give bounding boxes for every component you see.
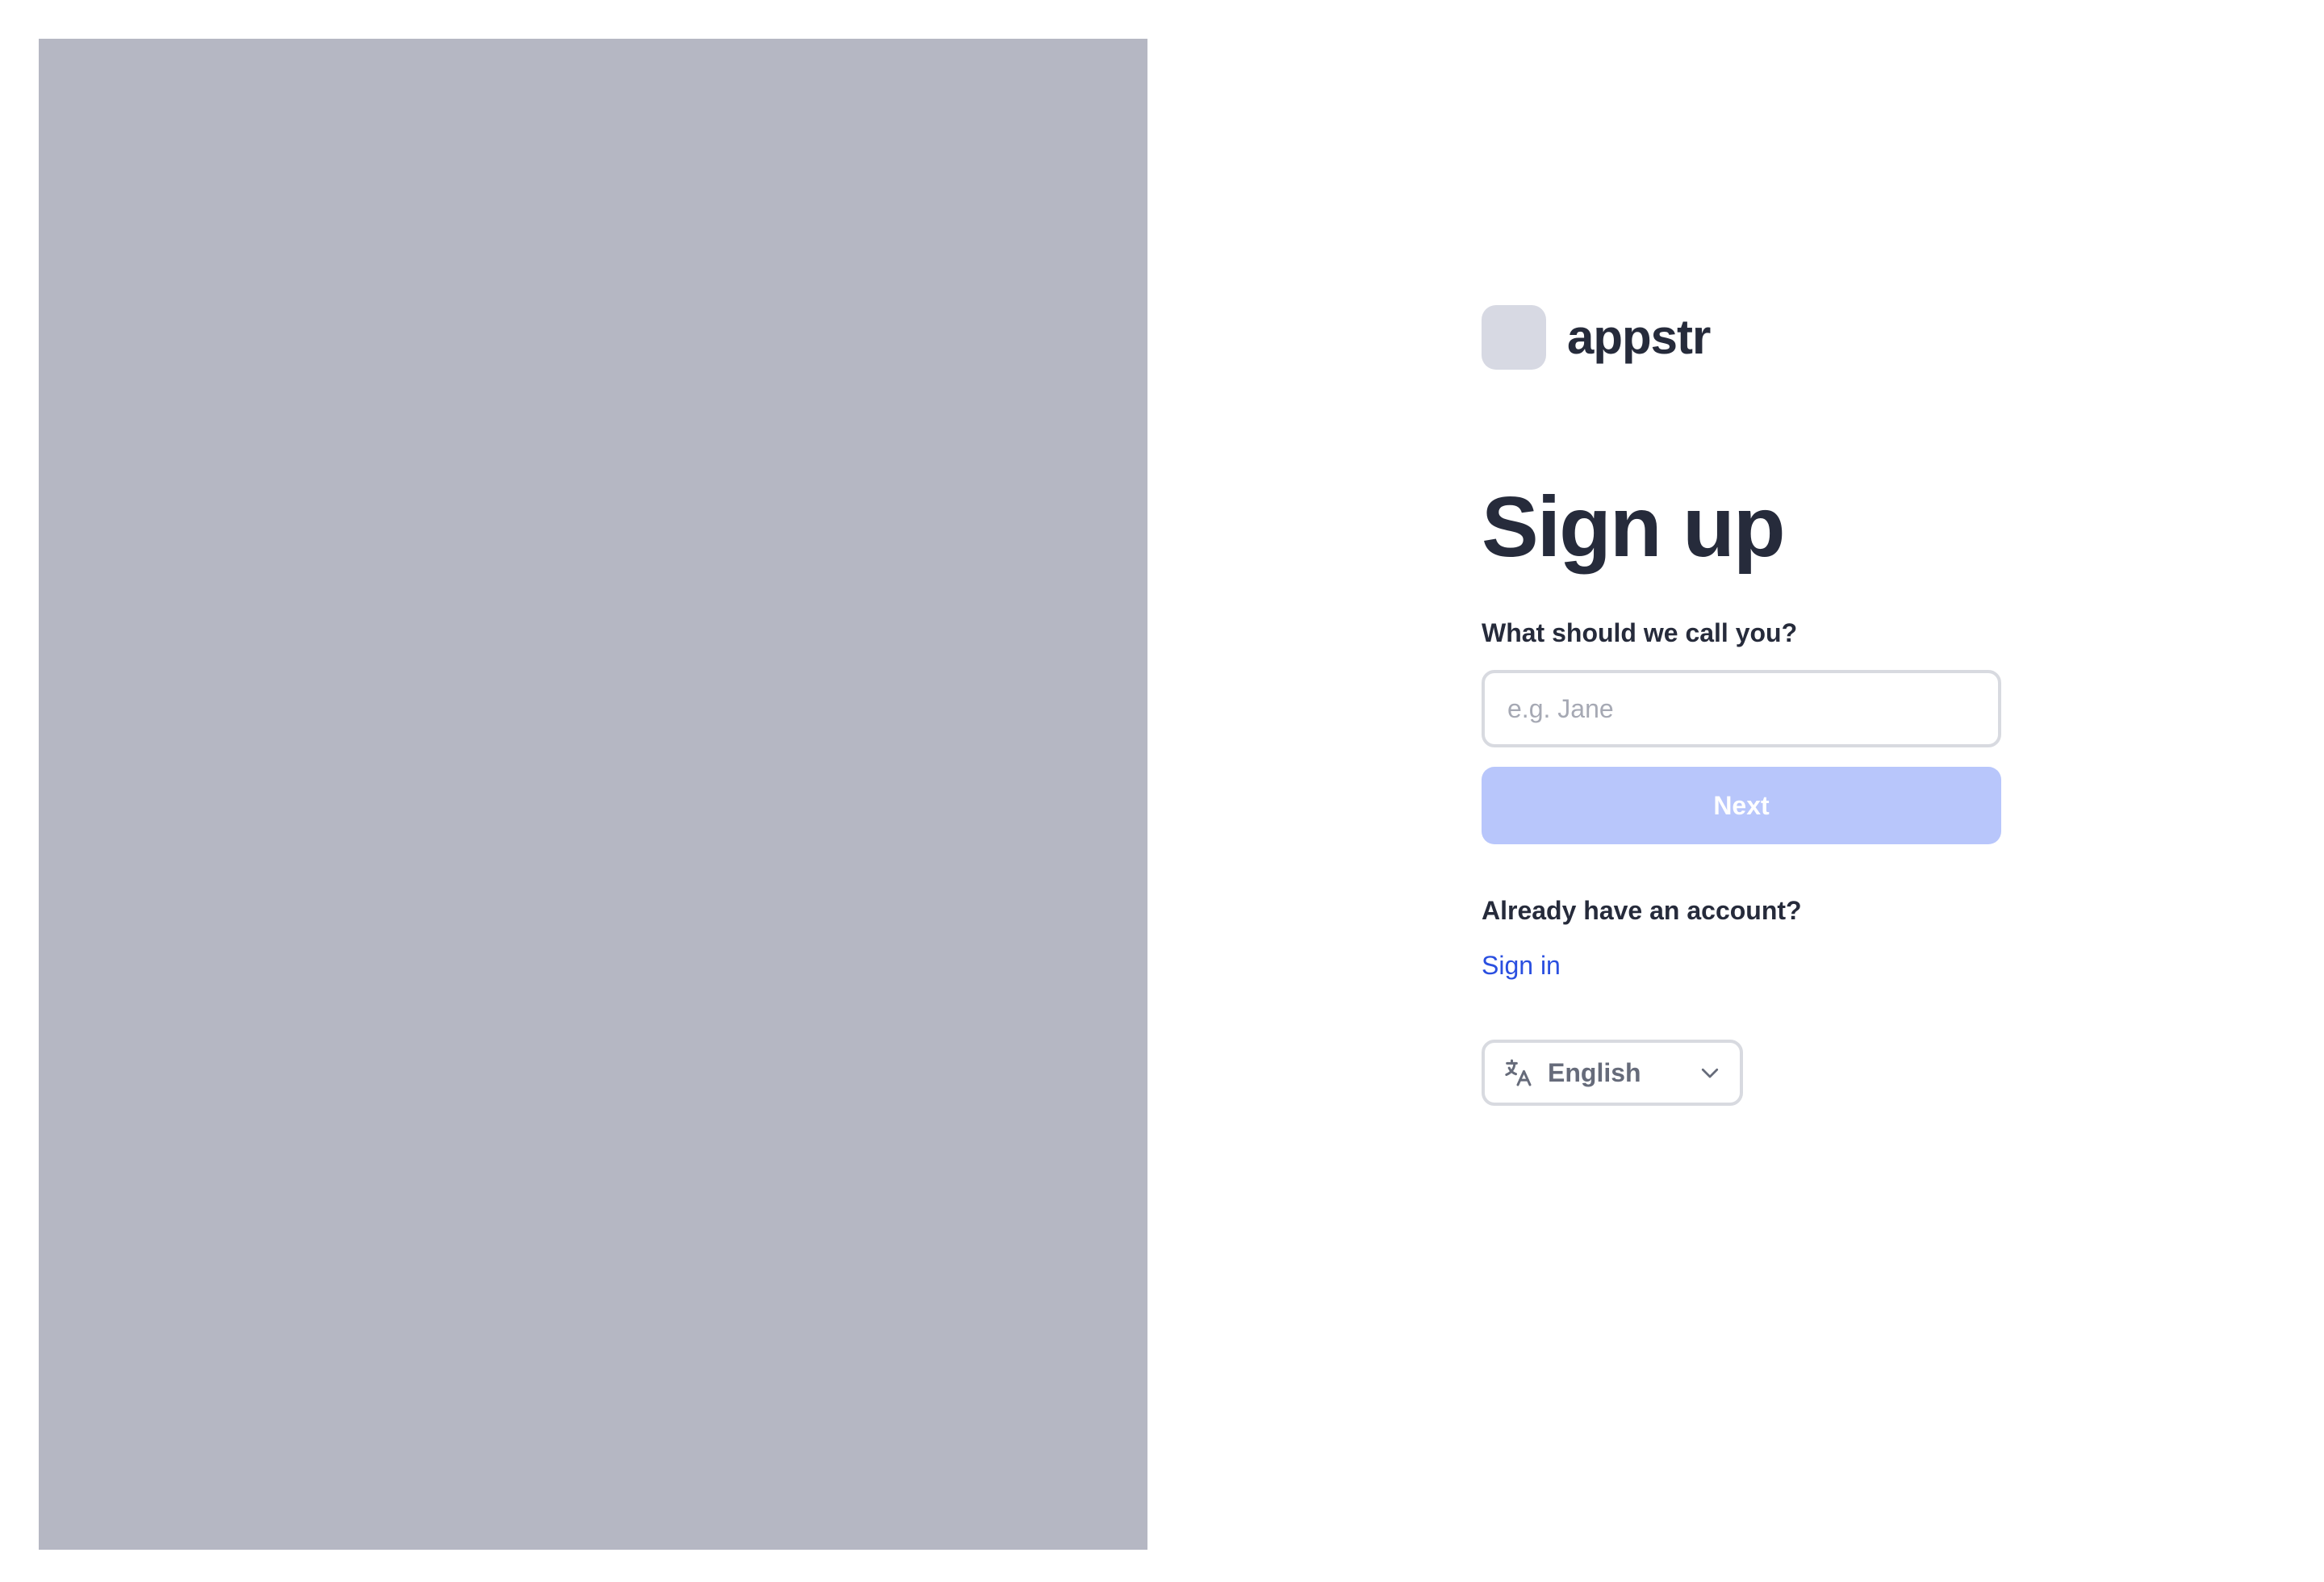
name-input[interactable] [1482,670,2001,747]
translate-icon [1501,1056,1535,1090]
sign-in-link[interactable]: Sign in [1482,951,1561,981]
signup-form-container: appstr Sign up What should we call you? … [1482,305,2001,1106]
name-field-label: What should we call you? [1482,618,1798,647]
chevron-down-icon [1696,1059,1724,1086]
next-button[interactable]: Next [1482,767,2001,844]
app-logo [1482,305,1546,370]
language-select[interactable]: English [1482,1040,1743,1106]
account-prompt: Already have an account? [1482,896,1802,925]
page-title: Sign up [1482,479,1786,575]
brand: appstr [1482,305,2001,370]
language-selected-value: English [1548,1057,1641,1087]
app-name: appstr [1567,310,1711,364]
side-image-panel [39,39,1147,1550]
